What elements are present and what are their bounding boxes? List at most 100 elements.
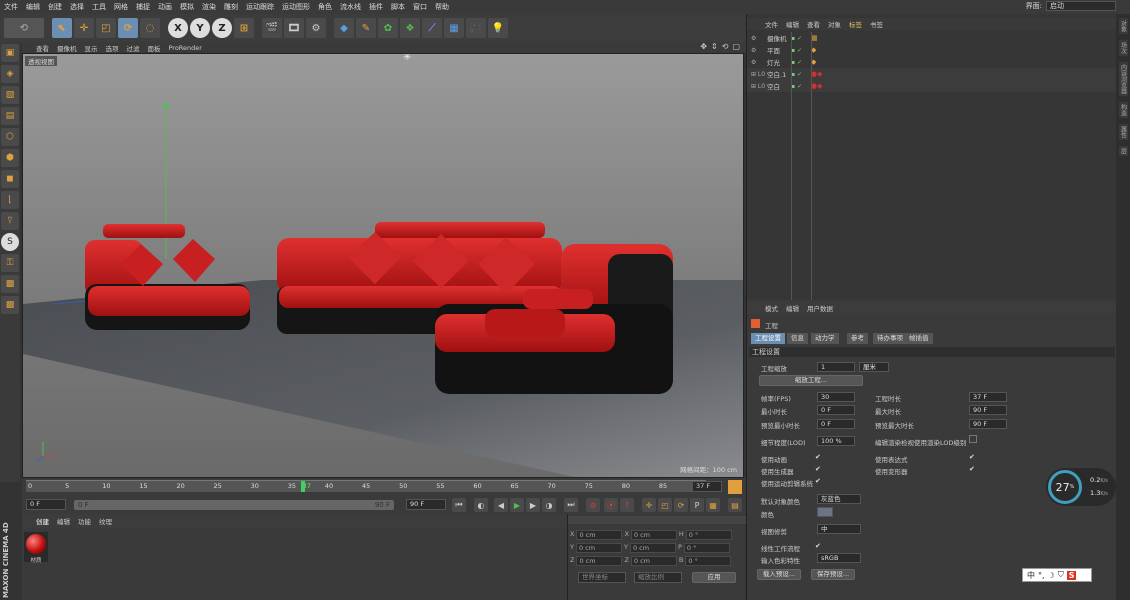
key-scale-icon[interactable]: ◰ [658, 498, 672, 512]
object-row[interactable]: ⊞ L0 空白 ▪ ✓ ●◆ [747, 80, 1117, 92]
ime-toolbar[interactable]: 中 °, ☽ ⛉ S [1022, 568, 1092, 582]
polygons-mode-icon[interactable]: ◼ [1, 170, 19, 188]
material-menu-item[interactable]: 编辑 [57, 516, 70, 526]
menu-item[interactable]: 运动图形 [282, 2, 310, 12]
ime-language-label[interactable]: 中 [1027, 570, 1035, 581]
use-gen-checkbox[interactable]: ✔ [815, 465, 823, 473]
visibility-icon[interactable]: ▪ ✓ [791, 47, 811, 54]
edges-mode-icon[interactable]: ⬢ [1, 149, 19, 167]
record-icon[interactable]: ⊘ [586, 498, 600, 512]
side-tab[interactable]: 构造 [1118, 102, 1128, 118]
scale-input[interactable]: 1 [817, 362, 855, 372]
object-name[interactable]: 空白 [767, 81, 791, 91]
object-menu-item[interactable]: 标签 [849, 19, 862, 29]
prev-frame-icon[interactable]: ◀ [494, 498, 508, 512]
menu-item[interactable]: 工具 [92, 2, 106, 12]
key-rotate-icon[interactable]: ⟳ [674, 498, 688, 512]
visibility-icon[interactable]: ▪ ✓ [791, 71, 811, 78]
keyframe-help-icon[interactable]: ? [620, 498, 634, 512]
object-row[interactable]: ⊞ L0 空白.1 ▪ ✓ ●◆ [747, 68, 1117, 80]
model-mode-icon[interactable]: ▣ [1, 44, 19, 62]
next-key-icon[interactable]: ◑ [542, 498, 556, 512]
menu-item[interactable]: 渲染 [202, 2, 216, 12]
coord-system-select[interactable]: 世界坐标 [578, 572, 626, 583]
render-settings-icon[interactable]: ⚙ [306, 18, 326, 38]
render-icon[interactable]: 🎞 [284, 18, 304, 38]
attribute-menu-item[interactable]: 模式 [765, 303, 778, 313]
viewport-menu-item[interactable]: 过滤 [127, 43, 140, 53]
pen-icon[interactable]: ✎ [356, 18, 376, 38]
visibility-icon[interactable]: ▪ ✓ [791, 35, 811, 42]
timeline-editor-icon[interactable]: ▤ [728, 498, 742, 512]
pmin-input[interactable]: 0 F [817, 419, 855, 429]
menu-item[interactable]: 文件 [4, 2, 18, 12]
object-menu-item[interactable]: 书签 [870, 19, 883, 29]
menu-item[interactable]: 创建 [48, 2, 62, 12]
autokey-icon[interactable]: ⦿ [604, 498, 618, 512]
start-frame-field[interactable]: 0 F [26, 499, 66, 510]
object-name[interactable]: 平面 [767, 45, 791, 55]
tag-icon[interactable]: ●◆ [811, 82, 823, 90]
menu-item[interactable]: 帮助 [435, 2, 449, 12]
menu-item[interactable]: 角色 [318, 2, 332, 12]
camera-icon[interactable]: 🎥 [466, 18, 486, 38]
pmax-input[interactable]: 90 F [969, 419, 1007, 429]
coord-value-field[interactable]: 0 cm [629, 543, 676, 553]
array-icon[interactable]: ❖ [400, 18, 420, 38]
menu-item[interactable]: 插件 [369, 2, 383, 12]
length-input[interactable]: 37 F [969, 392, 1007, 402]
timeline[interactable]: 05101520253035374045505560657075808590 3… [22, 478, 746, 496]
menu-item[interactable]: 捕捉 [136, 2, 150, 12]
input-color-select[interactable]: sRGB [817, 553, 861, 563]
texture-mode-icon[interactable]: ▧ [1, 86, 19, 104]
grid-icon[interactable]: ▩ [1, 275, 19, 293]
layout-dropdown[interactable]: 启动 [1046, 1, 1116, 11]
menu-item[interactable]: 网格 [114, 2, 128, 12]
material-menu-item[interactable]: 功能 [78, 516, 91, 526]
fps-input[interactable]: 30 [817, 392, 855, 402]
first-frame-icon[interactable]: ⏮ [452, 498, 466, 512]
coord-value-field[interactable]: 0 cm [576, 530, 623, 540]
next-frame-icon[interactable]: ▶ [526, 498, 540, 512]
rotate-2-icon[interactable]: ◌ [140, 18, 160, 38]
viewport-menu-item[interactable]: 面板 [148, 43, 161, 53]
menu-item[interactable]: 动画 [158, 2, 172, 12]
side-tab[interactable]: 对象 [1118, 18, 1128, 34]
range-slider[interactable]: 0 F 90 F [74, 500, 394, 510]
floor-icon[interactable]: ▦ [444, 18, 464, 38]
move-icon[interactable]: ✛ [74, 18, 94, 38]
attribute-tab[interactable]: 帧插值 [905, 333, 933, 344]
timeline-end-icon[interactable] [728, 480, 742, 494]
grid-lock-icon[interactable]: ▩ [1, 296, 19, 314]
playhead[interactable] [300, 481, 305, 492]
side-tab[interactable]: 层 [1118, 146, 1128, 156]
tweak-icon[interactable]: ⍢ [1, 212, 19, 230]
object-mode-icon[interactable]: ◈ [1, 65, 19, 83]
save-preset-button[interactable]: 保存预设... [811, 569, 855, 580]
visibility-icon[interactable]: ▪ ✓ [791, 59, 811, 66]
viewport-menu-item[interactable]: 显示 [85, 43, 98, 53]
scale-unit-select[interactable]: 厘米 [859, 362, 889, 372]
y-axis-icon[interactable]: Y [190, 18, 210, 38]
use-expr-checkbox[interactable]: ✔ [969, 453, 977, 461]
ime-shirt-icon[interactable]: ⛉ [1058, 570, 1064, 580]
viewport-menu-item[interactable]: 选项 [106, 43, 119, 53]
viewport-label[interactable]: 透视视图 [25, 56, 57, 66]
rotate-icon[interactable]: ⟳ [118, 18, 138, 38]
load-preset-button[interactable]: 载入预设... [757, 569, 801, 580]
object-name[interactable]: 空白.1 [767, 69, 791, 79]
use-anim-checkbox[interactable]: ✔ [815, 453, 823, 461]
snap-icon[interactable]: S [1, 233, 19, 251]
max-input[interactable]: 90 F [969, 405, 1007, 415]
tag-icon[interactable]: ●◆ [811, 70, 823, 78]
current-frame-field[interactable]: 37 F [692, 481, 722, 492]
zoom-view-icon[interactable]: ⇕ [711, 42, 718, 51]
visibility-icon[interactable]: ▪ ✓ [791, 83, 811, 90]
coord-value-field[interactable]: 0 ° [683, 543, 730, 553]
attribute-tab[interactable]: 动力学 [811, 333, 839, 344]
linear-checkbox[interactable]: ✔ [815, 542, 823, 550]
material-swatch[interactable]: 材质 [24, 532, 48, 564]
object-menu-item[interactable]: 编辑 [786, 19, 799, 29]
object-row[interactable]: ⚙ 灯光 ▪ ✓ ◆ [747, 56, 1117, 68]
light-icon[interactable]: 💡 [488, 18, 508, 38]
